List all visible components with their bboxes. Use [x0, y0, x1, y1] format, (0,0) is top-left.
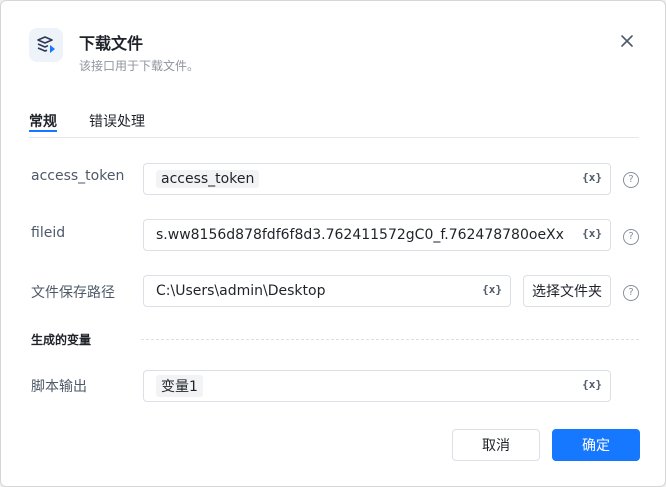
tab-bar: 常规 错误处理 [29, 111, 639, 138]
tab-general[interactable]: 常规 [29, 111, 57, 132]
tab-error-handling[interactable]: 错误处理 [89, 111, 145, 131]
variable-chip: access_token [156, 170, 260, 188]
dialog-title: 下载文件 [79, 34, 144, 53]
dialog: 下载文件 该接口用于下载文件。 常规 错误处理 access_token acc… [0, 0, 666, 487]
help-icon[interactable]: ? [623, 229, 639, 245]
section-divider [141, 339, 639, 340]
fileid-label: fileid [31, 225, 66, 241]
fileid-input[interactable]: s.ww8156d878fdf6f8d3.762411572gC0_f.7624… [143, 219, 611, 251]
help-icon[interactable]: ? [623, 285, 639, 301]
close-icon[interactable] [617, 31, 637, 51]
save-path-label: 文件保存路径 [31, 285, 115, 301]
insert-variable-button[interactable]: {x} [582, 378, 602, 391]
script-output-label: 脚本输出 [31, 379, 87, 395]
save-path-value: C:\Users\admin\Desktop [156, 283, 326, 299]
help-icon[interactable]: ? [623, 172, 639, 188]
dialog-subtitle: 该接口用于下载文件。 [79, 59, 200, 73]
save-path-input[interactable]: C:\Users\admin\Desktop {x} [143, 275, 511, 307]
confirm-button[interactable]: 确定 [552, 429, 640, 461]
choose-folder-button[interactable]: 选择文件夹 [523, 275, 611, 307]
access-token-label: access_token [31, 168, 125, 184]
output-section-title: 生成的变量 [31, 333, 92, 347]
insert-variable-button[interactable]: {x} [582, 227, 602, 240]
download-file-icon [29, 28, 63, 62]
script-output-input[interactable]: 变量1 {x} [143, 370, 611, 402]
insert-variable-button[interactable]: {x} [582, 171, 602, 184]
variable-chip: 变量1 [156, 375, 203, 397]
insert-variable-button[interactable]: {x} [482, 283, 502, 296]
fileid-value: s.ww8156d878fdf6f8d3.762411572gC0_f.7624… [156, 227, 564, 243]
access-token-input[interactable]: access_token {x} [143, 163, 611, 195]
cancel-button[interactable]: 取消 [452, 429, 540, 461]
